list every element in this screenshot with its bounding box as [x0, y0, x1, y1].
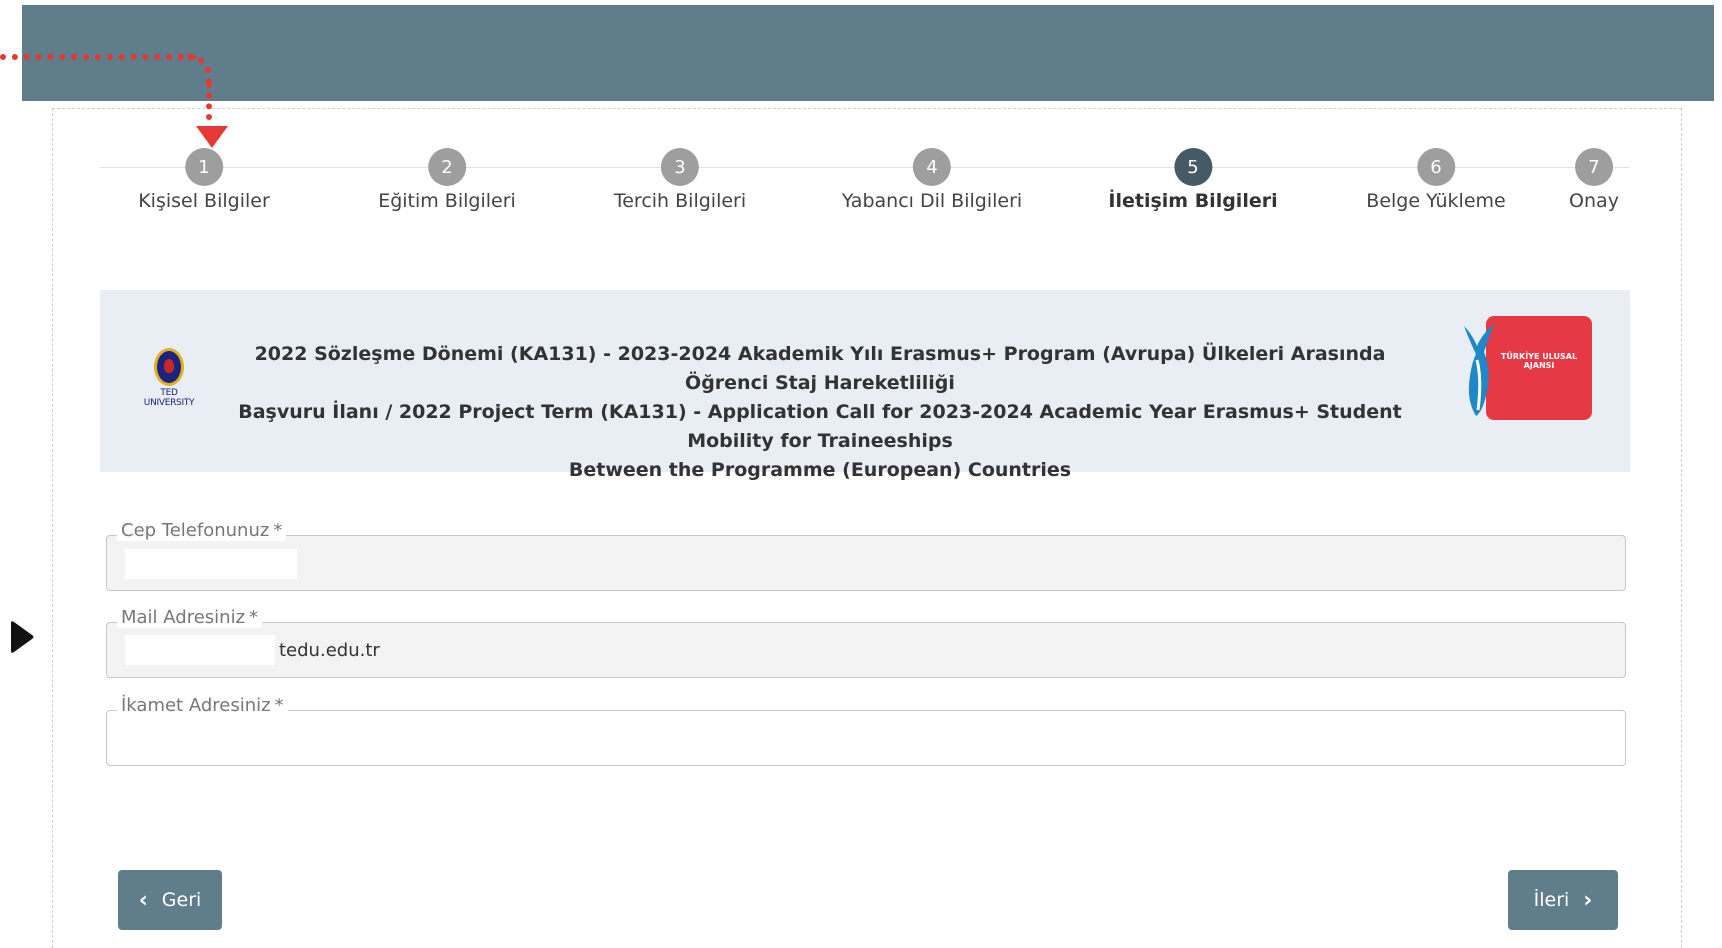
- step-number: 2: [428, 148, 466, 186]
- step-preference-info[interactable]: 3 Tercih Bilgileri: [613, 148, 747, 212]
- step-number: 1: [184, 148, 223, 186]
- step-number: 3: [660, 148, 699, 186]
- step-label: İletişim Bilgileri: [1108, 190, 1278, 212]
- call-title-line-2: Başvuru İlanı / 2022 Project Term (KA131…: [238, 401, 1402, 452]
- national-agency-logo: TÜRKİYE ULUSAL AJANSI: [1458, 316, 1592, 420]
- address-input[interactable]: [107, 711, 1625, 765]
- step-education-info[interactable]: 2 Eğitim Bilgileri: [378, 148, 516, 212]
- call-info-banner: TED UNIVERSITY 2022 Sözleşme Dönemi (KA1…: [100, 290, 1630, 481]
- tedu-logo-text: TED UNIVERSITY: [143, 388, 195, 408]
- step-number: 7: [1574, 148, 1613, 186]
- step-number: 4: [913, 148, 951, 186]
- call-title-line-3: Between the Programme (European) Countri…: [568, 459, 1072, 481]
- back-button[interactable]: ‹ Geri: [118, 870, 222, 930]
- annotation-dotted-line: [0, 54, 196, 60]
- back-button-label: Geri: [161, 889, 202, 911]
- step-label: Onay: [1569, 190, 1619, 212]
- figure-icon: [1464, 324, 1494, 416]
- step-label: Belge Yükleme: [1366, 190, 1506, 212]
- step-label: Eğitim Bilgileri: [378, 190, 516, 212]
- step-number: 5: [1173, 148, 1212, 186]
- application-card: [52, 108, 1682, 948]
- annotation-dotted-line-vertical: [206, 82, 212, 120]
- step-personal-info[interactable]: 1 Kişisel Bilgiler: [138, 148, 270, 212]
- step-number: 6: [1417, 148, 1455, 186]
- step-label: Kişisel Bilgiler: [138, 190, 270, 212]
- call-title-line-1: 2022 Sözleşme Dönemi (KA131) - 2023-2024…: [254, 343, 1386, 394]
- pointer-arrow-icon: [11, 621, 34, 653]
- address-field: İkamet Adresiniz *: [106, 695, 1626, 766]
- phone-input[interactable]: [107, 536, 1625, 590]
- chevron-left-icon: ‹: [138, 887, 148, 913]
- step-label: Yabancı Dil Bilgileri: [841, 190, 1023, 212]
- chevron-right-icon: ›: [1583, 887, 1593, 913]
- step-contact-info[interactable]: 5 İletişim Bilgileri: [1108, 148, 1278, 212]
- national-agency-badge: TÜRKİYE ULUSAL AJANSI: [1486, 316, 1592, 420]
- progress-stepper: 1 Kişisel Bilgiler 2 Eğitim Bilgileri 3 …: [100, 148, 1630, 228]
- national-agency-logo-text: TÜRKİYE ULUSAL AJANSI: [1500, 352, 1578, 370]
- top-header-bar: [22, 5, 1714, 101]
- email-input[interactable]: [107, 623, 1625, 677]
- step-document-upload[interactable]: 6 Belge Yükleme: [1366, 148, 1506, 212]
- tedu-emblem-icon: [154, 348, 184, 386]
- call-title: 2022 Sözleşme Dönemi (KA131) - 2023-2024…: [220, 340, 1420, 485]
- next-button[interactable]: İleri ›: [1508, 870, 1618, 930]
- next-button-label: İleri: [1533, 889, 1570, 911]
- step-label: Tercih Bilgileri: [613, 190, 747, 212]
- annotation-arrow-icon: [196, 126, 228, 148]
- email-field: Mail Adresiniz *: [106, 607, 1626, 678]
- redaction-box: [125, 549, 297, 579]
- step-language-info[interactable]: 4 Yabancı Dil Bilgileri: [841, 148, 1023, 212]
- step-confirmation[interactable]: 7 Onay: [1569, 148, 1619, 212]
- tedu-logo: TED UNIVERSITY: [136, 348, 202, 408]
- phone-field: Cep Telefonunuz *: [106, 520, 1626, 591]
